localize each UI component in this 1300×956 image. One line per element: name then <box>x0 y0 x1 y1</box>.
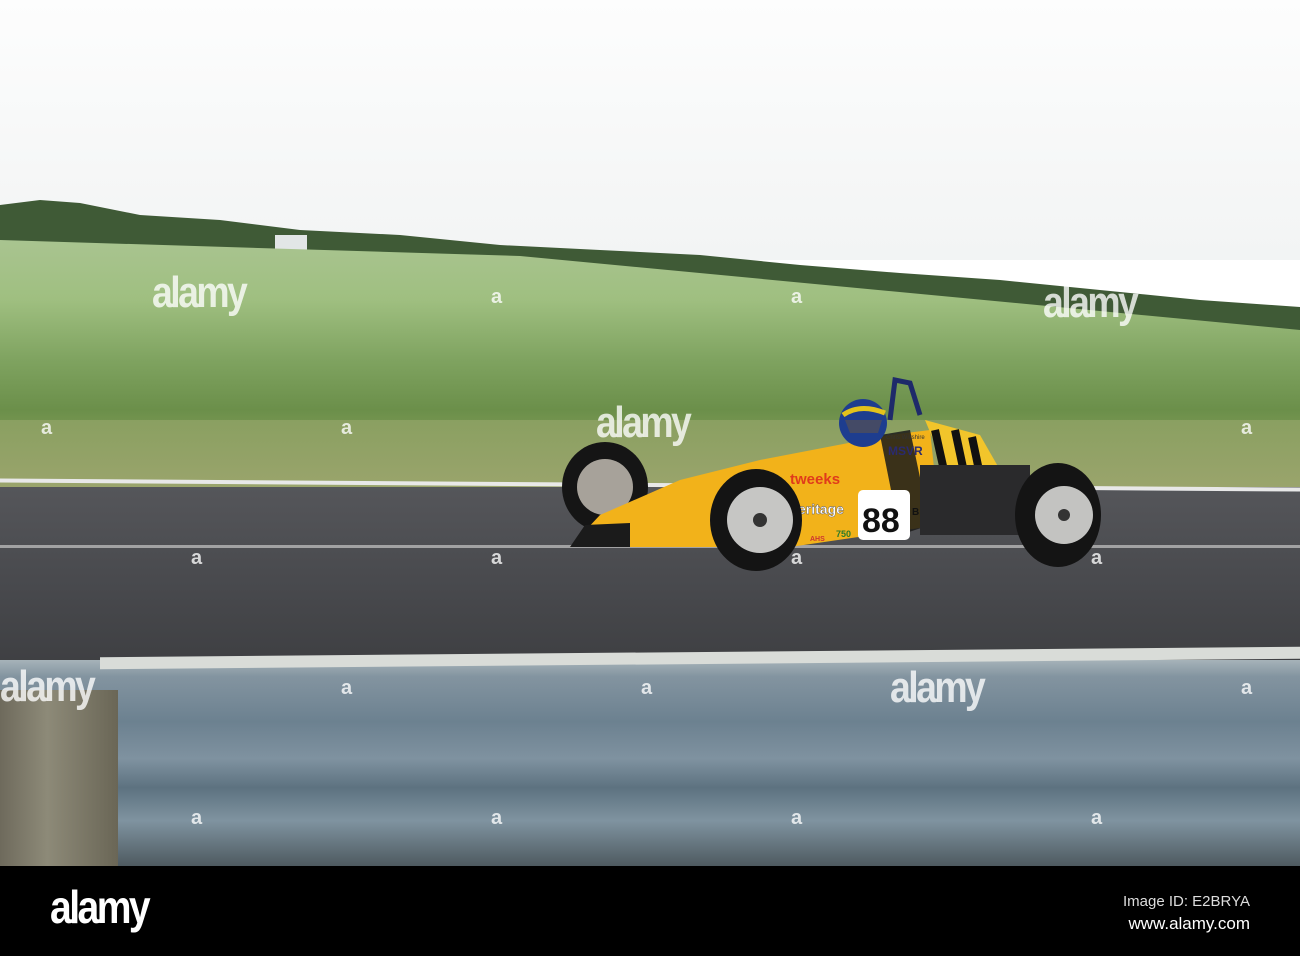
watermark-logo: alamy <box>890 663 986 712</box>
sponsor-750: 750 <box>836 529 851 539</box>
watermark-mark: a <box>41 417 53 439</box>
watermark-mark: a <box>641 677 653 699</box>
watermark-logo: alamy <box>1043 278 1139 327</box>
watermark-mark: a <box>191 547 203 569</box>
alamy-logo: alamy <box>50 881 151 933</box>
watermark-mark: a <box>1241 417 1253 439</box>
watermark-mark: a <box>791 286 803 308</box>
image-id: Image ID: E2BRYA <box>1122 893 1250 910</box>
car-class: B <box>912 507 919 518</box>
watermark-mark: a <box>191 807 203 829</box>
watermark-mark: a <box>791 547 803 569</box>
watermark-logo: alamy <box>0 662 96 711</box>
watermark-mark: a <box>791 807 803 829</box>
guardrail-post <box>0 690 118 866</box>
watermark-mark: a <box>491 807 503 829</box>
sponsor-ahs: AHS <box>810 536 825 543</box>
watermark-mark: a <box>341 417 353 439</box>
website-link[interactable]: www.alamy.com <box>1128 914 1250 934</box>
driver-name: Chris Wiltshire <box>886 435 925 441</box>
sponsor-heritage: eritage <box>798 501 844 517</box>
sponsor-msvr: MSVR <box>888 444 923 458</box>
footer-bar: alamy <box>0 866 1300 956</box>
watermark-mark: a <box>1091 547 1103 569</box>
watermark-mark: a <box>1091 807 1103 829</box>
sponsor-tweeks: tweeks <box>790 471 840 488</box>
watermark-logo: alamy <box>152 268 248 317</box>
car-number: 88 <box>862 502 900 540</box>
watermark-mark: a <box>491 547 503 569</box>
watermark-mark: a <box>341 677 353 699</box>
watermark-mark: a <box>491 286 503 308</box>
watermark-logo: alamy <box>596 398 692 447</box>
watermark-mark: a <box>1241 677 1253 699</box>
